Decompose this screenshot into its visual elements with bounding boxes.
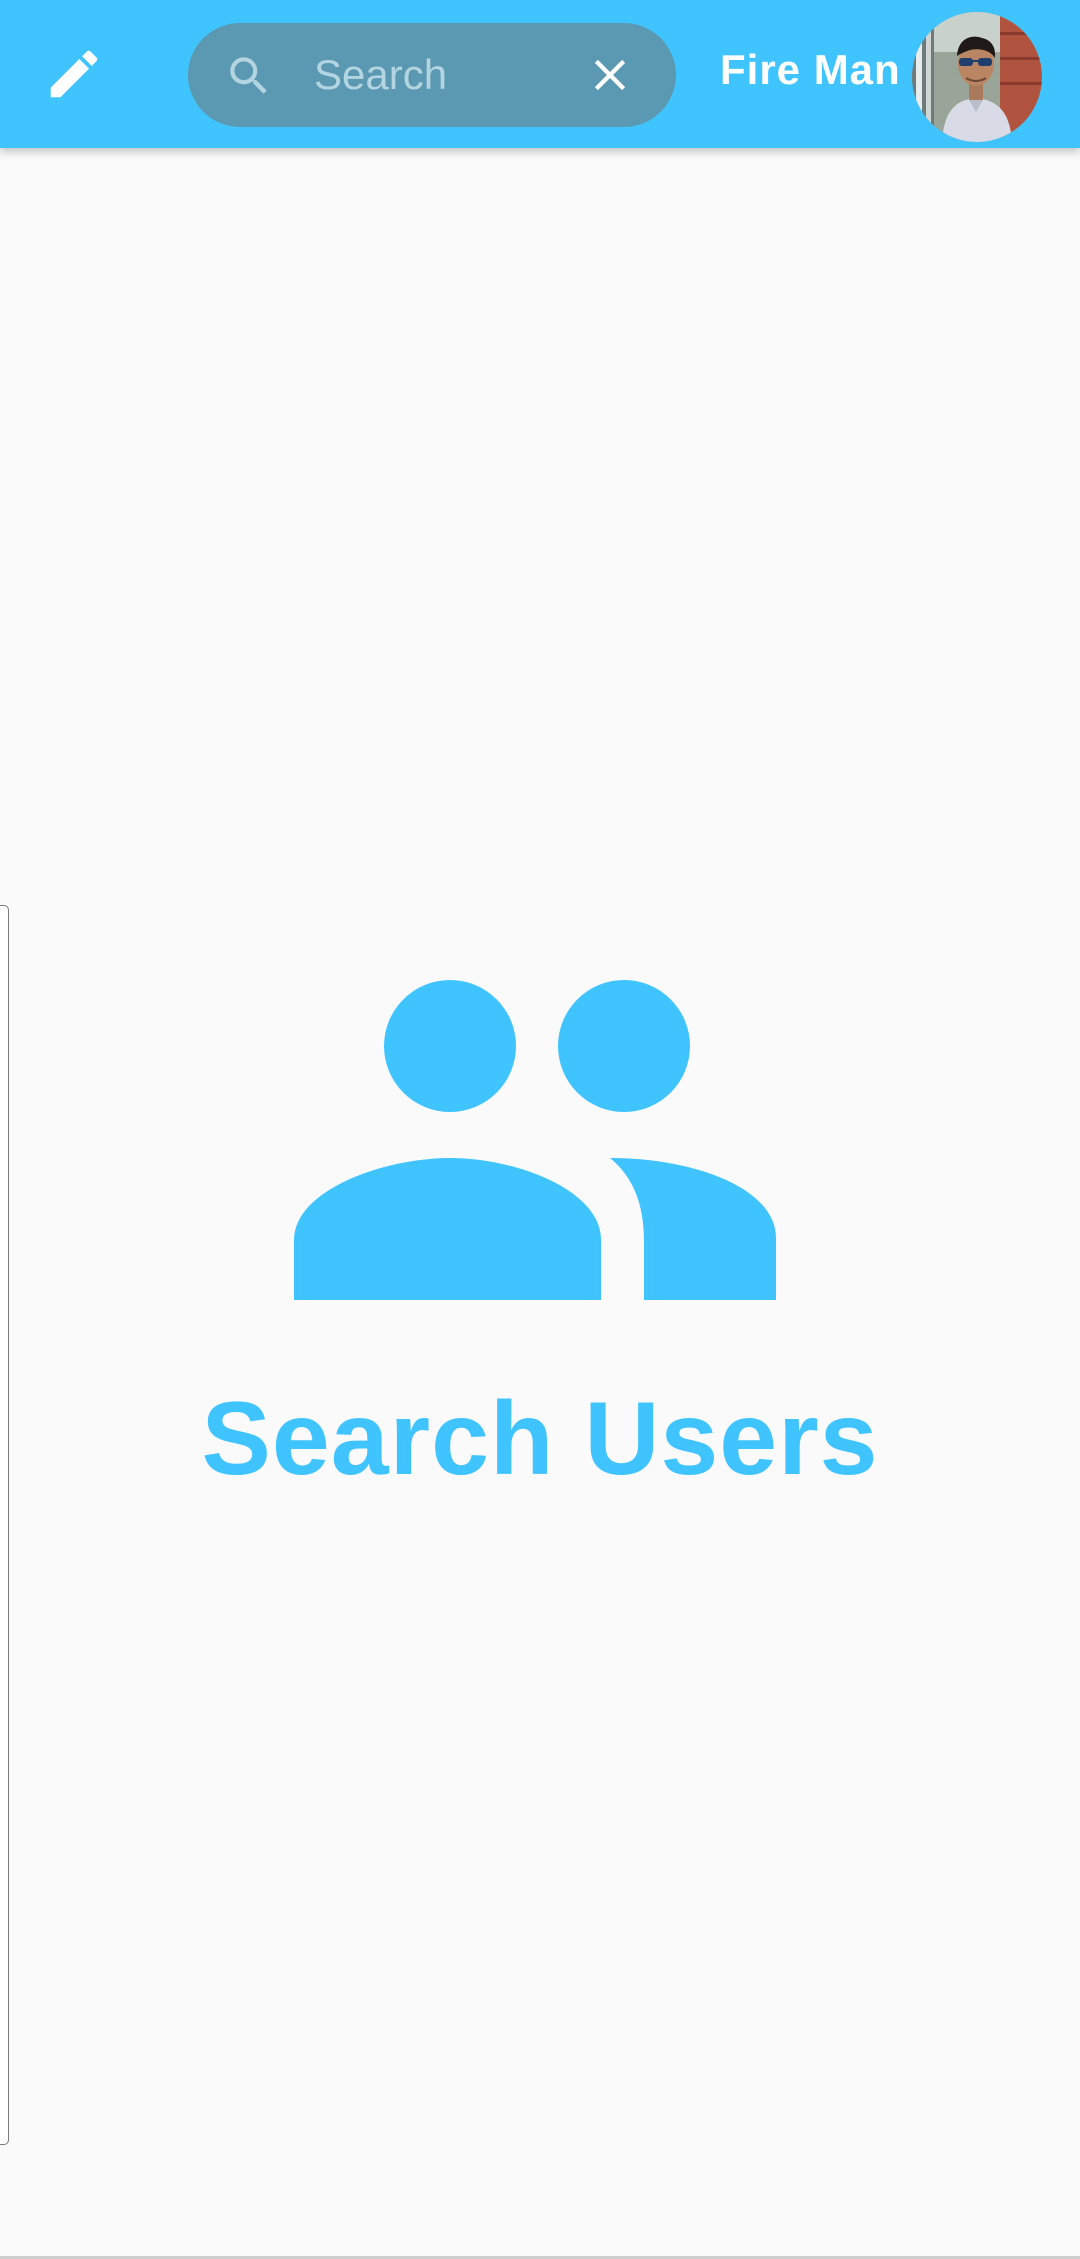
avatar[interactable] (912, 12, 1042, 142)
edit-button[interactable] (26, 26, 122, 122)
search-input[interactable] (314, 41, 564, 109)
app-bar: Fire Man (0, 0, 1080, 148)
search-bar[interactable] (188, 23, 676, 127)
people-icon (294, 980, 776, 1300)
user-name: Fire Man (720, 46, 901, 93)
app-screen: Fire Man (0, 0, 1080, 2259)
empty-state-title: Search Users (201, 1381, 879, 1497)
search-icon (230, 57, 267, 94)
clear-search-button[interactable] (580, 45, 640, 105)
profile-photo (912, 12, 1042, 142)
close-icon (594, 59, 626, 91)
empty-state: Search Users (0, 980, 1080, 1499)
pencil-icon (50, 50, 98, 98)
